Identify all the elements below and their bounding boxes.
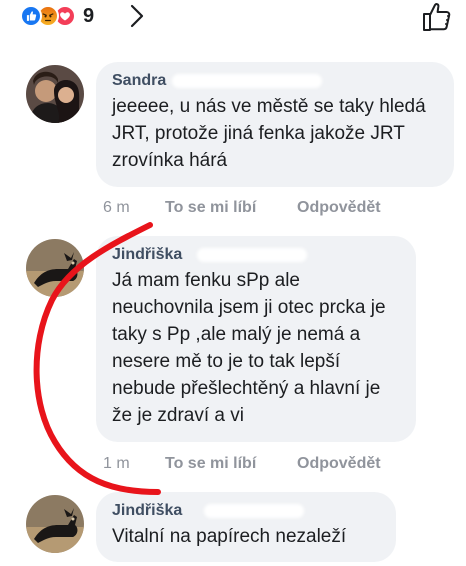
comment-time[interactable]: 1 m xyxy=(103,455,165,473)
reactions-bar: 9 xyxy=(0,0,466,40)
reply-link[interactable]: Odpovědět xyxy=(297,455,381,473)
comment-actions: 6 m To se mi líbí Odpovědět xyxy=(103,199,381,217)
like-outline-icon[interactable] xyxy=(420,0,454,34)
author-redaction xyxy=(197,248,307,262)
like-icon xyxy=(20,5,42,27)
comment-text: Já mam fenku sPp ale neuchovnila jsem ji… xyxy=(112,270,386,426)
author-redaction xyxy=(204,504,304,518)
comment-bubble: Jindřiška Vitalní na papírech nezaleží xyxy=(96,492,396,562)
comment-bubble: Jindřiška Já mam fenku sPp ale neuchovni… xyxy=(96,236,416,442)
comment-author[interactable]: Sandra xyxy=(112,72,322,90)
avatar[interactable] xyxy=(26,65,84,123)
reply-link[interactable]: Odpovědět xyxy=(297,199,381,217)
comment-text: Vitalní na papírech nezaleží xyxy=(112,526,347,547)
avatar[interactable] xyxy=(26,495,84,553)
author-redaction xyxy=(172,74,322,88)
chevron-right-icon[interactable] xyxy=(126,4,148,28)
comment-text: jeeeee, u nás ve městě se taky hledá JRT… xyxy=(112,96,426,171)
reactions-summary[interactable]: 9 xyxy=(20,4,95,28)
like-comment-link[interactable]: To se mi líbí xyxy=(165,199,297,217)
comment-author[interactable]: Jindřiška xyxy=(112,502,304,520)
reaction-count: 9 xyxy=(83,4,96,27)
comment-bubble: Sandra jeeeee, u nás ve městě se taky hl… xyxy=(96,62,454,187)
comment-time[interactable]: 6 m xyxy=(103,199,165,217)
comment-actions: 1 m To se mi líbí Odpovědět xyxy=(103,455,381,473)
avatar[interactable] xyxy=(26,239,84,297)
like-comment-link[interactable]: To se mi líbí xyxy=(165,455,297,473)
comment-author[interactable]: Jindřiška xyxy=(112,246,307,264)
